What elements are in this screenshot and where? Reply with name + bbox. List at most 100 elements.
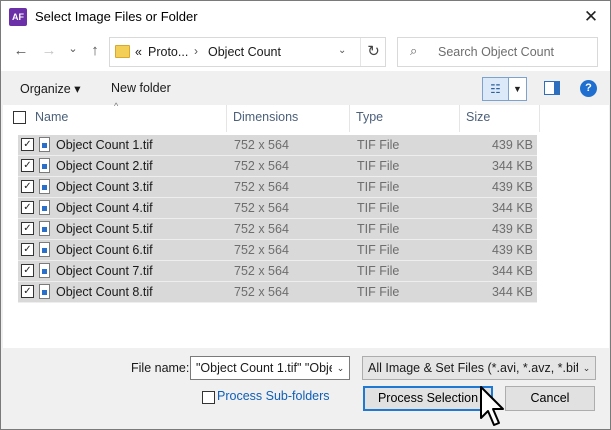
dialog-title: Select Image Files or Folder <box>35 9 198 24</box>
file-name: Object Count 3.tif <box>56 180 153 194</box>
file-type: TIF File <box>357 180 400 194</box>
file-type: TIF File <box>357 222 400 236</box>
forward-arrow-icon[interactable]: → <box>39 41 59 61</box>
new-folder-button[interactable]: New folder <box>111 81 171 95</box>
view-details-icon[interactable]: ☷ <box>482 77 509 101</box>
mouse-pointer-icon <box>480 386 504 426</box>
file-size: 344 KB <box>491 264 533 278</box>
file-row[interactable]: ✓ Object Count 1.tif 752 x 564 TIF File … <box>18 135 537 156</box>
up-arrow-icon[interactable]: ↑ <box>85 41 105 61</box>
column-header-name[interactable]: Name <box>29 105 227 132</box>
file-dialog-window: AF Select Image Files or Folder ✕ ← → ⌄ … <box>0 0 611 430</box>
file-size: 439 KB <box>491 138 533 152</box>
address-bar[interactable]: « Proto... › Object Count ⌄ ↻ <box>109 37 386 67</box>
title-bar: AF Select Image Files or Folder ✕ <box>1 1 610 33</box>
file-type-filter-value: All Image & Set Files (*.avi, *.avz, *.b… <box>368 361 591 375</box>
file-row[interactable]: ✓ Object Count 2.tif 752 x 564 TIF File … <box>18 156 537 177</box>
tif-file-icon <box>39 284 50 299</box>
file-type: TIF File <box>357 138 400 152</box>
file-name: Object Count 6.tif <box>56 243 153 257</box>
search-icon: ⌕ <box>410 43 418 58</box>
breadcrumb-item-object-count[interactable]: Object Count <box>208 45 281 59</box>
recent-locations-chevron-icon[interactable]: ⌄ <box>63 39 83 59</box>
file-row[interactable]: ✓ Object Count 4.tif 752 x 564 TIF File … <box>18 198 537 219</box>
breadcrumb-separator-icon[interactable]: › <box>194 44 198 58</box>
checked-checkbox-icon[interactable]: ✓ <box>21 243 34 256</box>
cancel-button[interactable]: Cancel <box>505 386 595 411</box>
organize-button[interactable]: Organize ▾ <box>20 81 80 96</box>
column-header-dimensions[interactable]: Dimensions <box>227 105 350 132</box>
file-type: TIF File <box>357 285 400 299</box>
file-name-dropdown-icon[interactable]: ⌄ <box>332 357 349 379</box>
column-header-size[interactable]: Size <box>460 105 540 132</box>
preview-pane-icon[interactable] <box>544 81 560 95</box>
file-name: Object Count 1.tif <box>56 138 153 152</box>
file-size: 439 KB <box>491 243 533 257</box>
file-name-label: File name: <box>131 361 190 375</box>
process-subfolders-checkbox[interactable] <box>202 391 215 404</box>
close-button[interactable]: ✕ <box>573 1 609 33</box>
file-size: 344 KB <box>491 201 533 215</box>
column-header-row: ^ Name Dimensions Type Size <box>3 101 609 132</box>
refresh-icon[interactable]: ↻ <box>360 38 386 66</box>
file-name-combobox[interactable]: "Object Count 1.tif" "Object Count 2.tif… <box>190 356 350 380</box>
search-placeholder: Search Object Count <box>438 45 555 59</box>
select-all-checkbox[interactable] <box>13 111 26 124</box>
process-selection-button[interactable]: Process Selection <box>363 386 493 411</box>
file-row[interactable]: ✓ Object Count 8.tif 752 x 564 TIF File … <box>18 282 537 303</box>
breadcrumb-overflow[interactable]: « <box>135 45 142 59</box>
view-options-dropdown-icon[interactable]: ▼ <box>509 77 527 101</box>
file-list[interactable]: ^ Name Dimensions Type Size ✓ Object Cou… <box>3 101 609 348</box>
back-arrow-icon[interactable]: ← <box>11 41 31 61</box>
app-icon: AF <box>9 8 27 26</box>
file-name: Object Count 4.tif <box>56 201 153 215</box>
file-row[interactable]: ✓ Object Count 3.tif 752 x 564 TIF File … <box>18 177 537 198</box>
filter-dropdown-icon[interactable]: ⌄ <box>578 357 595 379</box>
checked-checkbox-icon[interactable]: ✓ <box>21 264 34 277</box>
file-row[interactable]: ✓ Object Count 7.tif 752 x 564 TIF File … <box>18 261 537 282</box>
file-type: TIF File <box>357 264 400 278</box>
checked-checkbox-icon[interactable]: ✓ <box>21 201 34 214</box>
tif-file-icon <box>39 263 50 278</box>
file-dimensions: 752 x 564 <box>234 159 289 173</box>
search-box[interactable]: ⌕ Search Object Count <box>397 37 598 67</box>
file-name: Object Count 8.tif <box>56 285 153 299</box>
column-header-type[interactable]: Type <box>350 105 460 132</box>
checked-checkbox-icon[interactable]: ✓ <box>21 180 34 193</box>
file-size: 439 KB <box>491 222 533 236</box>
address-dropdown-icon[interactable]: ⌄ <box>338 45 346 56</box>
tif-file-icon <box>39 179 50 194</box>
file-type: TIF File <box>357 201 400 215</box>
file-name: Object Count 2.tif <box>56 159 153 173</box>
tif-file-icon <box>39 242 50 257</box>
tif-file-icon <box>39 158 50 173</box>
checked-checkbox-icon[interactable]: ✓ <box>21 222 34 235</box>
file-size: 344 KB <box>491 285 533 299</box>
process-subfolders-label[interactable]: Process Sub-folders <box>217 389 330 403</box>
checked-checkbox-icon[interactable]: ✓ <box>21 159 34 172</box>
checked-checkbox-icon[interactable]: ✓ <box>21 138 34 151</box>
file-dimensions: 752 x 564 <box>234 180 289 194</box>
file-type-filter-select[interactable]: All Image & Set Files (*.avi, *.avz, *.b… <box>362 356 596 380</box>
file-row[interactable]: ✓ Object Count 6.tif 752 x 564 TIF File … <box>18 240 537 261</box>
file-dimensions: 752 x 564 <box>234 138 289 152</box>
help-icon[interactable]: ? <box>580 80 597 97</box>
checked-checkbox-icon[interactable]: ✓ <box>21 285 34 298</box>
file-name: Object Count 7.tif <box>56 264 153 278</box>
file-type: TIF File <box>357 159 400 173</box>
file-dimensions: 752 x 564 <box>234 285 289 299</box>
file-dimensions: 752 x 564 <box>234 264 289 278</box>
navigation-bar: ← → ⌄ ↑ « Proto... › Object Count ⌄ ↻ ⌕ … <box>1 33 610 71</box>
file-dimensions: 752 x 564 <box>234 243 289 257</box>
file-name-value[interactable]: "Object Count 1.tif" "Object Count 2.tif… <box>196 361 349 375</box>
tif-file-icon <box>39 221 50 236</box>
file-type: TIF File <box>357 243 400 257</box>
dialog-footer: File name: "Object Count 1.tif" "Object … <box>1 348 610 429</box>
command-toolbar: Organize ▾ New folder ☷ ▼ ? <box>1 71 610 105</box>
breadcrumb-item-proto[interactable]: Proto... <box>148 45 188 59</box>
tif-file-icon <box>39 200 50 215</box>
file-dimensions: 752 x 564 <box>234 222 289 236</box>
tif-file-icon <box>39 137 50 152</box>
file-name: Object Count 5.tif <box>56 222 153 236</box>
file-row[interactable]: ✓ Object Count 5.tif 752 x 564 TIF File … <box>18 219 537 240</box>
